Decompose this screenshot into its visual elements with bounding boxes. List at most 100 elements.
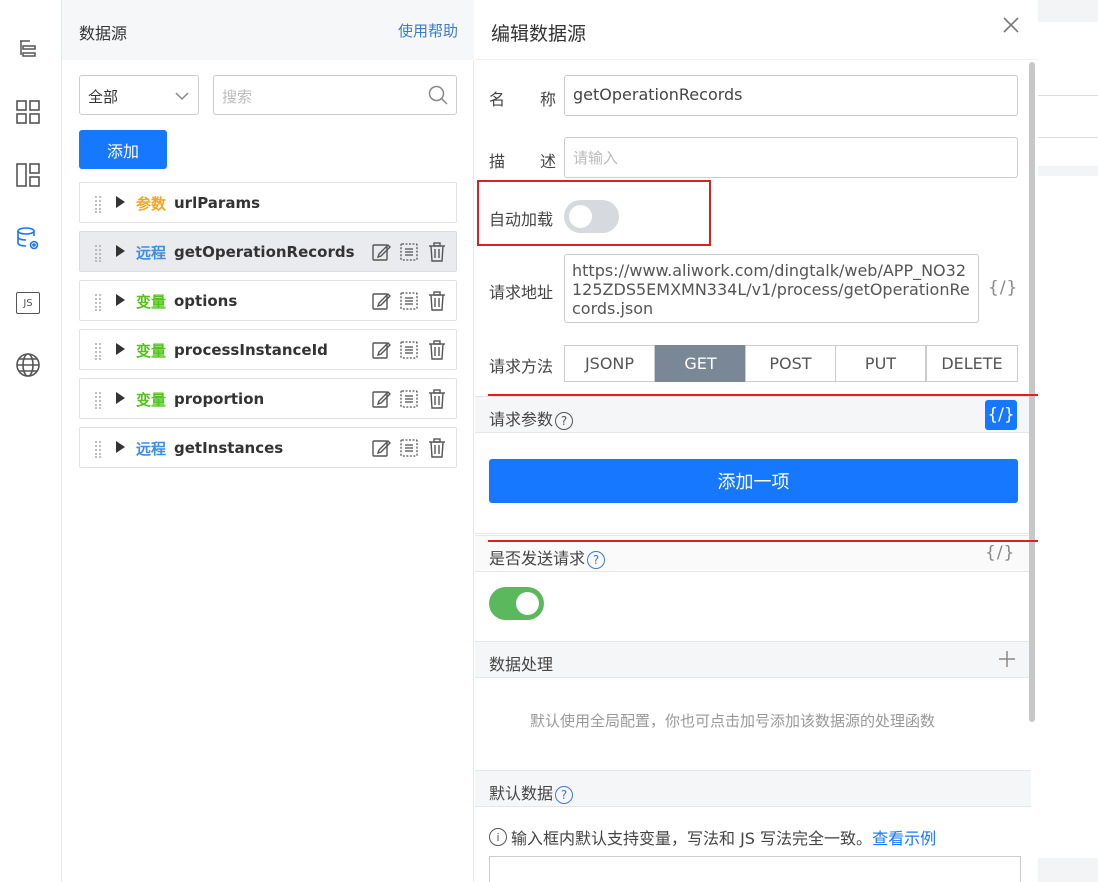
globe-icon[interactable]	[13, 350, 43, 380]
method-option-put[interactable]: PUT	[835, 345, 926, 382]
layout-icon[interactable]	[13, 160, 43, 190]
datasource-actions	[370, 437, 448, 459]
icon-rail: JS	[0, 0, 62, 882]
canvas-line	[1038, 137, 1098, 138]
send-request-toggle[interactable]	[489, 587, 544, 620]
chevron-down-icon	[174, 88, 190, 108]
canvas-band	[1038, 858, 1098, 882]
datasource-name: getOperationRecords	[174, 243, 355, 261]
process-section-bar: 数据处理	[475, 641, 1031, 678]
trash-icon[interactable]	[426, 241, 448, 263]
search-input[interactable]: 搜索	[213, 75, 457, 115]
datasource-icon[interactable]	[13, 224, 43, 254]
list-icon[interactable]	[398, 290, 420, 312]
datasource-name: processInstanceId	[174, 341, 328, 359]
list-icon[interactable]	[398, 388, 420, 410]
default-data-editor[interactable]	[489, 856, 1021, 882]
components-icon[interactable]	[13, 97, 43, 127]
drag-handle-icon[interactable]	[94, 195, 102, 213]
send-label: 是否发送请求	[489, 549, 586, 568]
method-label: 请求方法	[489, 357, 554, 376]
view-example-link[interactable]: 查看示例	[872, 825, 936, 849]
datasource-name: getInstances	[174, 439, 284, 457]
method-option-delete[interactable]: DELETE	[926, 345, 1018, 382]
send-fx-button[interactable]: {/}	[985, 543, 1015, 563]
trash-icon[interactable]	[426, 290, 448, 312]
trash-icon[interactable]	[426, 388, 448, 410]
url-label: 请求地址	[489, 283, 554, 302]
datasource-item[interactable]: 远程 getInstances	[79, 427, 457, 468]
list-icon[interactable]	[398, 241, 420, 263]
url-fx-button[interactable]: {/}	[988, 278, 1018, 298]
edit-icon[interactable]	[370, 339, 392, 361]
datasource-panel: 数据源 使用帮助 全部 搜索 添加 参数 urlParams 远程 getOperat…	[62, 0, 474, 882]
desc-label-2: 述	[540, 152, 557, 171]
expand-arrow-icon[interactable]	[116, 392, 125, 404]
datasource-item[interactable]: 变量 proportion	[79, 378, 457, 419]
info-text: 输入框内默认支持变量，写法和 JS 写法完全一致。	[511, 829, 873, 848]
info-icon: i	[489, 828, 507, 846]
info-line: i 输入框内默认支持变量，写法和 JS 写法完全一致。 查看示例	[489, 825, 936, 849]
drag-handle-icon[interactable]	[94, 244, 102, 262]
type-filter-select[interactable]: 全部	[79, 75, 199, 115]
name-field[interactable]: getOperationRecords	[564, 75, 1018, 116]
description-field[interactable]: 请输入	[564, 137, 1018, 178]
filter-value: 全部	[88, 88, 119, 106]
expand-arrow-icon[interactable]	[116, 343, 125, 355]
datasource-item[interactable]: 变量 options	[79, 280, 457, 321]
url-field[interactable]: https://www.aliwork.com/dingtalk/web/APP…	[564, 254, 979, 323]
plus-icon[interactable]	[998, 650, 1016, 672]
list-icon[interactable]	[398, 437, 420, 459]
desc-label-1: 描	[489, 152, 506, 171]
method-option-get[interactable]: GET	[655, 345, 746, 382]
expand-arrow-icon[interactable]	[116, 441, 125, 453]
drag-handle-icon[interactable]	[94, 293, 102, 311]
list-icon[interactable]	[398, 339, 420, 361]
question-icon[interactable]: ?	[587, 550, 606, 569]
datasource-actions	[370, 388, 448, 410]
default-label: 默认数据	[489, 784, 554, 803]
expand-arrow-icon[interactable]	[116, 196, 125, 208]
edit-icon[interactable]	[370, 388, 392, 410]
expand-arrow-icon[interactable]	[116, 294, 125, 306]
datasource-name: proportion	[174, 390, 265, 408]
datasource-type: 变量	[136, 293, 167, 311]
edit-icon[interactable]	[370, 241, 392, 263]
drag-handle-icon[interactable]	[94, 342, 102, 360]
trash-icon[interactable]	[426, 339, 448, 361]
datasource-type: 远程	[136, 440, 167, 458]
datasource-actions	[370, 339, 448, 361]
scrollbar[interactable]	[1029, 62, 1035, 722]
highlight-box	[488, 394, 1045, 542]
datasource-header: 数据源 使用帮助	[62, 0, 474, 60]
datasource-actions	[370, 290, 448, 312]
datasource-item[interactable]: 远程 getOperationRecords	[79, 231, 457, 272]
datasource-type: 变量	[136, 342, 167, 360]
outline-icon[interactable]	[13, 33, 43, 63]
datasource-type: 参数	[136, 195, 167, 213]
datasource-name: urlParams	[174, 194, 261, 212]
canvas-edge	[1038, 0, 1098, 882]
add-datasource-button[interactable]: 添加	[79, 130, 167, 169]
drag-handle-icon[interactable]	[94, 440, 102, 458]
trash-icon[interactable]	[426, 437, 448, 459]
datasource-title: 数据源	[79, 24, 128, 43]
edit-icon[interactable]	[370, 437, 392, 459]
js-icon[interactable]: JS	[13, 288, 43, 318]
search-placeholder: 搜索	[222, 88, 253, 106]
datasource-item[interactable]: 变量 processInstanceId	[79, 329, 457, 370]
method-option-post[interactable]: POST	[745, 345, 836, 382]
highlight-box	[477, 180, 711, 246]
drag-handle-icon[interactable]	[94, 391, 102, 409]
canvas-line	[1038, 95, 1098, 96]
default-section-bar: 默认数据?	[475, 770, 1031, 807]
help-link[interactable]: 使用帮助	[398, 20, 458, 41]
method-option-jsonp[interactable]: JSONP	[564, 345, 655, 382]
datasource-item[interactable]: 参数 urlParams	[79, 182, 457, 223]
close-icon[interactable]	[1002, 16, 1020, 38]
canvas-topbar	[1038, 0, 1098, 22]
edit-icon[interactable]	[370, 290, 392, 312]
search-icon[interactable]	[428, 85, 448, 109]
expand-arrow-icon[interactable]	[116, 245, 125, 257]
question-icon[interactable]: ?	[555, 785, 574, 804]
